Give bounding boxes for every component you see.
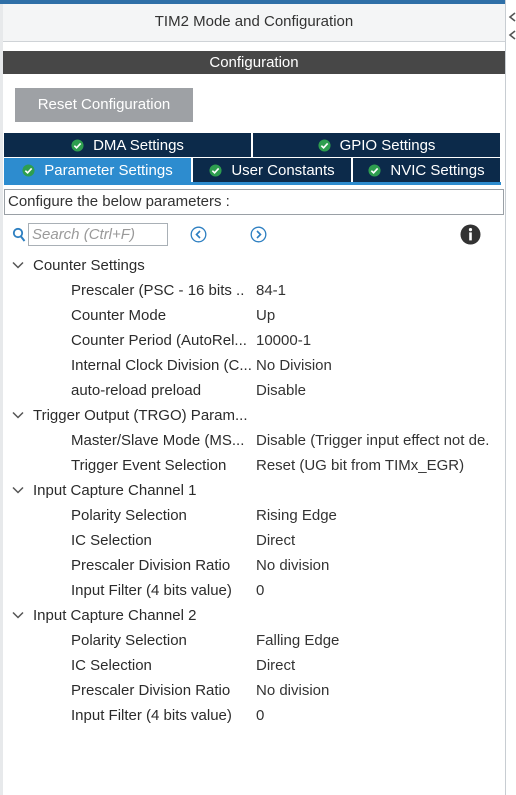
param-value[interactable]: 84-1 (256, 278, 503, 303)
group-label: Counter Settings (33, 257, 145, 274)
tab-gpio-settings[interactable]: GPIO Settings (253, 133, 501, 157)
check-circle-icon (318, 138, 331, 152)
param-value[interactable]: Direct (256, 653, 503, 678)
param-row[interactable]: Master/Slave Mode (MS... Disable (Trigge… (0, 428, 505, 453)
chevron-left-icon[interactable] (507, 12, 516, 22)
param-name: Prescaler Division Ratio (71, 557, 231, 574)
param-row[interactable]: IC Selection Direct (0, 653, 505, 678)
tab-nvic-settings[interactable]: NVIC Settings (353, 158, 501, 182)
param-name: Master/Slave Mode (MS... (71, 432, 245, 449)
param-value[interactable]: No Division (256, 353, 503, 378)
group-label: Trigger Output (TRGO) Param... (33, 407, 248, 424)
next-result-icon[interactable] (250, 226, 267, 243)
param-name: Prescaler (PSC - 16 bits .. (71, 282, 245, 299)
tab-dma-settings[interactable]: DMA Settings (4, 133, 252, 157)
param-name: Polarity Selection (71, 507, 187, 524)
active-tab-underline (4, 182, 501, 185)
param-row[interactable]: Prescaler Division Ratio No division (0, 678, 505, 703)
search-input[interactable] (28, 223, 168, 246)
param-row[interactable]: Counter Mode Up (0, 303, 505, 328)
param-row[interactable]: Prescaler (PSC - 16 bits .. 84-1 (0, 278, 505, 303)
check-circle-icon (71, 138, 84, 152)
group-counter-settings[interactable]: Counter Settings (0, 253, 505, 278)
param-value[interactable]: Reset (UG bit from TIMx_EGR) (256, 453, 503, 478)
param-value[interactable]: No division (256, 678, 503, 703)
param-row[interactable]: Input Filter (4 bits value) 0 (0, 578, 505, 603)
chevron-down-icon[interactable] (12, 411, 24, 420)
param-value[interactable]: Falling Edge (256, 628, 503, 653)
parameters-description: Configure the below parameters : (4, 189, 504, 215)
tab-user-constants[interactable]: User Constants (193, 158, 352, 182)
tab-label: Parameter Settings (44, 161, 173, 179)
param-row[interactable]: Polarity Selection Rising Edge (0, 503, 505, 528)
param-name: Input Filter (4 bits value) (71, 582, 232, 599)
panel-title: TIM2 Mode and Configuration (3, 4, 505, 42)
chevron-down-icon[interactable] (12, 486, 24, 495)
param-row[interactable]: Counter Period (AutoRel... 10000-1 (0, 328, 505, 353)
tab-label: GPIO Settings (339, 136, 436, 154)
param-value[interactable]: Direct (256, 528, 503, 553)
param-row[interactable]: Input Filter (4 bits value) 0 (0, 703, 505, 728)
search-icon (12, 227, 26, 242)
param-name: Counter Mode (71, 307, 167, 324)
group-input-capture-channel-1[interactable]: Input Capture Channel 1 (0, 478, 505, 503)
param-row[interactable]: auto-reload preload Disable (0, 378, 505, 403)
group-label: Input Capture Channel 1 (33, 482, 197, 499)
param-row[interactable]: IC Selection Direct (0, 528, 505, 553)
param-value[interactable]: 0 (256, 578, 503, 603)
param-value[interactable]: No division (256, 553, 503, 578)
group-trigger-output[interactable]: Trigger Output (TRGO) Param... (0, 403, 505, 428)
reset-configuration-button[interactable]: Reset Configuration (15, 88, 193, 122)
right-edge-scrollbar[interactable] (505, 0, 516, 795)
param-value[interactable]: Disable (Trigger input effect not de. (256, 428, 503, 453)
tab-parameter-settings[interactable]: Parameter Settings (4, 158, 192, 182)
param-value[interactable]: 0 (256, 703, 503, 728)
param-row[interactable]: Trigger Event Selection Reset (UG bit fr… (0, 453, 505, 478)
check-circle-icon (22, 163, 35, 177)
group-label: Input Capture Channel 2 (33, 607, 197, 624)
param-name: Counter Period (AutoRel... (71, 332, 247, 349)
param-name: IC Selection (71, 532, 152, 549)
param-value[interactable]: 10000-1 (256, 328, 503, 353)
param-value[interactable]: Up (256, 303, 503, 328)
param-name: Polarity Selection (71, 632, 187, 649)
param-row[interactable]: Prescaler Division Ratio No division (0, 553, 505, 578)
tab-label: NVIC Settings (390, 161, 485, 179)
info-icon[interactable] (460, 224, 481, 245)
tab-label: User Constants (231, 161, 335, 179)
chevron-down-icon[interactable] (12, 611, 24, 620)
tab-label: DMA Settings (93, 136, 184, 154)
param-name: Internal Clock Division (C... (71, 357, 252, 374)
param-value[interactable]: Disable (256, 378, 503, 403)
param-value[interactable]: Rising Edge (256, 503, 503, 528)
param-name: Trigger Event Selection (71, 457, 227, 474)
param-name: Input Filter (4 bits value) (71, 707, 232, 724)
check-circle-icon (368, 163, 381, 177)
param-name: auto-reload preload (71, 382, 202, 399)
param-name: IC Selection (71, 657, 152, 674)
previous-result-icon[interactable] (190, 226, 207, 243)
group-input-capture-channel-2[interactable]: Input Capture Channel 2 (0, 603, 505, 628)
chevron-down-icon[interactable] (12, 261, 24, 270)
param-row[interactable]: Internal Clock Division (C... No Divisio… (0, 353, 505, 378)
configuration-header: Configuration (3, 51, 505, 74)
param-name: Prescaler Division Ratio (71, 682, 231, 699)
chevron-left-icon[interactable] (507, 30, 516, 40)
param-row[interactable]: Polarity Selection Falling Edge (0, 628, 505, 653)
check-circle-icon (209, 163, 222, 177)
